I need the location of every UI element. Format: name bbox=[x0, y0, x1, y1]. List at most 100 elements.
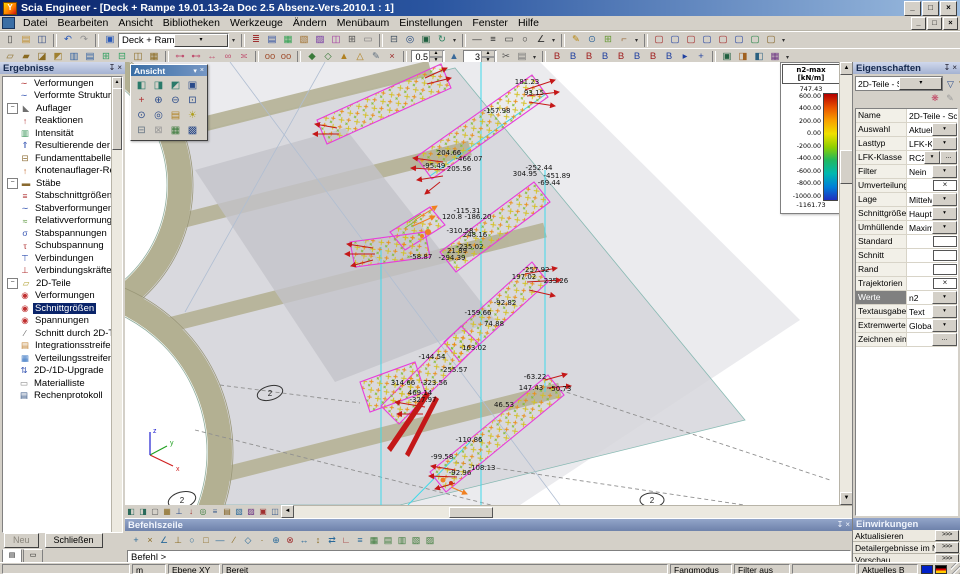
undo-icon[interactable]: ↶ bbox=[60, 33, 76, 47]
menu-fenster[interactable]: Fenster bbox=[467, 17, 513, 29]
scroll-thumb[interactable] bbox=[112, 88, 122, 150]
gallery-icon[interactable]: ◫ bbox=[328, 33, 344, 47]
zoom-all-icon[interactable]: ⊙ bbox=[133, 108, 150, 123]
snap-box-icon[interactable]: □ bbox=[199, 534, 213, 548]
layers-icon[interactable]: ≣ bbox=[248, 33, 264, 47]
dot-cmd-icon[interactable]: · bbox=[255, 534, 269, 548]
fast-adjust-icon[interactable]: ▨ bbox=[245, 506, 257, 518]
chevron-down-icon[interactable]: ▾ bbox=[899, 77, 942, 90]
tree-item[interactable]: ◉Schnittgrößen bbox=[3, 302, 122, 315]
swap-icon[interactable]: ⇄ bbox=[325, 534, 339, 548]
dimension-icon[interactable]: ⌐ bbox=[616, 33, 632, 47]
menu-ansicht[interactable]: Ansicht bbox=[113, 17, 157, 29]
redo-icon[interactable]: ↷ bbox=[76, 33, 92, 47]
chevron-down-icon[interactable]: ▾ bbox=[932, 193, 957, 206]
gallery-add-icon[interactable]: ▦ bbox=[167, 123, 184, 138]
tree-item[interactable]: ▦Verteilungsstreifen bbox=[3, 352, 122, 365]
chevron-down-icon[interactable]: ▾ bbox=[549, 37, 558, 44]
tree-item[interactable]: ▤Rechenprotokoll bbox=[3, 390, 122, 403]
tree-scrollbar[interactable]: ▲ bbox=[111, 77, 122, 532]
checkbox[interactable]: × bbox=[933, 278, 957, 289]
project-combo[interactable]: Deck + Rampe 19.01▾ bbox=[118, 33, 229, 48]
close-icon[interactable]: × bbox=[200, 67, 204, 75]
child-minimize-button[interactable]: _ bbox=[911, 17, 926, 30]
expander-icon[interactable]: − bbox=[7, 178, 18, 189]
view-settings-icon[interactable]: ◫ bbox=[269, 506, 281, 518]
checker-icon[interactable]: ▩ bbox=[184, 123, 201, 138]
copy-image-icon[interactable]: ▦ bbox=[280, 33, 296, 47]
property-row[interactable]: ExtremwerteGlobal▾ bbox=[856, 319, 957, 333]
germany-flag-icon[interactable] bbox=[935, 565, 947, 574]
section-display-icon[interactable]: ▧ bbox=[233, 506, 245, 518]
tree-item[interactable]: ∕Schnitt durch 2D-Teil bbox=[3, 327, 122, 340]
property-row[interactable]: Standard bbox=[856, 235, 957, 249]
tree-tab-icon[interactable]: ▤ bbox=[2, 549, 22, 563]
grid-d-icon[interactable]: ▧ bbox=[409, 534, 423, 548]
menu-hilfe[interactable]: Hilfe bbox=[513, 17, 544, 29]
grid-b-icon[interactable]: ▤ bbox=[381, 534, 395, 548]
properties-combo[interactable]: 2D-Teile - Schnittg ▾ bbox=[855, 76, 943, 91]
property-value[interactable]: Maximum▾ bbox=[907, 221, 957, 234]
tree-item[interactable]: ⇑Resultierende der Reaktione bbox=[3, 140, 122, 153]
tree-item[interactable]: ≡Stabschnittgrößen bbox=[3, 190, 122, 203]
tree-item[interactable]: ⊤Verbindungen bbox=[3, 252, 122, 265]
property-row[interactable]: TextausgabeText▾ bbox=[856, 305, 957, 319]
chevron-down-icon[interactable]: ▾ bbox=[932, 165, 957, 178]
tree-item[interactable]: ↑Knotenauflager-Resultierend bbox=[3, 165, 122, 178]
window-layout-1-icon[interactable]: ▢ bbox=[651, 33, 667, 47]
chevron-down-icon[interactable]: ▾ bbox=[174, 34, 228, 47]
light-icon[interactable]: ☀ bbox=[184, 108, 201, 123]
window-layout-8-icon[interactable]: ▢ bbox=[763, 33, 779, 47]
close-button[interactable]: × bbox=[940, 1, 957, 16]
volumes-icon[interactable]: ▦ bbox=[161, 506, 173, 518]
snap-cross-icon[interactable]: × bbox=[143, 534, 157, 548]
child-restore-button[interactable]: □ bbox=[927, 17, 942, 30]
render-mode-icon[interactable]: ◧ bbox=[125, 506, 137, 518]
table-icon[interactable]: ⊞ bbox=[344, 33, 360, 47]
viewport-vscrollbar[interactable]: ▲ ▼ bbox=[839, 62, 853, 505]
ellipsis-button[interactable]: ... bbox=[940, 151, 957, 164]
property-row[interactable]: Zeichnen ein...... bbox=[856, 333, 957, 347]
close-icon[interactable]: × bbox=[952, 63, 957, 73]
print-icon[interactable]: ⊟ bbox=[386, 33, 402, 47]
chevron-down-icon[interactable]: ▾ bbox=[779, 37, 788, 44]
menu-werkzeuge[interactable]: Werkzeuge bbox=[225, 17, 288, 29]
viewport-hscrollbar[interactable] bbox=[294, 505, 853, 519]
layers-cmd-icon[interactable]: ≡ bbox=[353, 534, 367, 548]
wireframe-icon[interactable]: ▢ bbox=[149, 506, 161, 518]
chevron-down-icon[interactable]: ▾ bbox=[193, 67, 197, 75]
node-cmd-icon[interactable]: ◇ bbox=[241, 534, 255, 548]
minimize-button[interactable]: _ bbox=[904, 1, 921, 16]
picture-icon[interactable]: ▣ bbox=[257, 506, 269, 518]
chevron-down-icon[interactable]: ▾ bbox=[783, 54, 792, 61]
tree-item[interactable]: ↑Reaktionen bbox=[3, 115, 122, 128]
circle-icon[interactable]: ○ bbox=[517, 33, 533, 47]
pencil-icon[interactable]: ✎ bbox=[568, 33, 584, 47]
snap-angle-icon[interactable]: ∠ bbox=[157, 534, 171, 548]
property-row[interactable]: Schnittgröße...Hauptgrößen▾ bbox=[856, 207, 957, 221]
loads-icon[interactable]: ↓ bbox=[185, 506, 197, 518]
property-value[interactable]: RC2.4 Rampe▾... bbox=[907, 151, 957, 164]
property-value[interactable]: Nein▾ bbox=[907, 165, 957, 178]
scroll-left-icon[interactable]: ◄ bbox=[281, 505, 294, 518]
property-row[interactable]: Schnitt bbox=[856, 249, 957, 263]
property-row[interactable]: Name2D-Teile - Schnitt... bbox=[856, 109, 957, 123]
line-icon[interactable]: — bbox=[469, 33, 485, 47]
property-value[interactable]: LFK-Klasse▾ bbox=[907, 137, 957, 150]
zoom-window-icon[interactable]: ⊡ bbox=[184, 93, 201, 108]
resize-grip[interactable] bbox=[951, 563, 960, 574]
menu-bearbeiten[interactable]: Bearbeiten bbox=[53, 17, 114, 29]
menu-datei[interactable]: Datei bbox=[18, 17, 53, 29]
chevron-down-icon[interactable]: ▾ bbox=[932, 305, 957, 318]
zoom-point-icon[interactable]: ⊙ bbox=[584, 33, 600, 47]
expander-icon[interactable]: − bbox=[7, 278, 18, 289]
neu-button[interactable]: Neu bbox=[4, 533, 39, 548]
scroll-thumb[interactable] bbox=[449, 507, 493, 518]
center-cmd-icon[interactable]: ⊕ bbox=[269, 534, 283, 548]
checkbox[interactable] bbox=[933, 250, 957, 261]
clipboard-icon[interactable]: ▧ bbox=[296, 33, 312, 47]
pin-icon[interactable]: ↧ bbox=[944, 63, 951, 73]
tree-item[interactable]: ⊥Verbindungskräfte bbox=[3, 265, 122, 278]
view-top-icon[interactable]: ◩ bbox=[167, 78, 184, 93]
grid-a-icon[interactable]: ▦ bbox=[367, 534, 381, 548]
